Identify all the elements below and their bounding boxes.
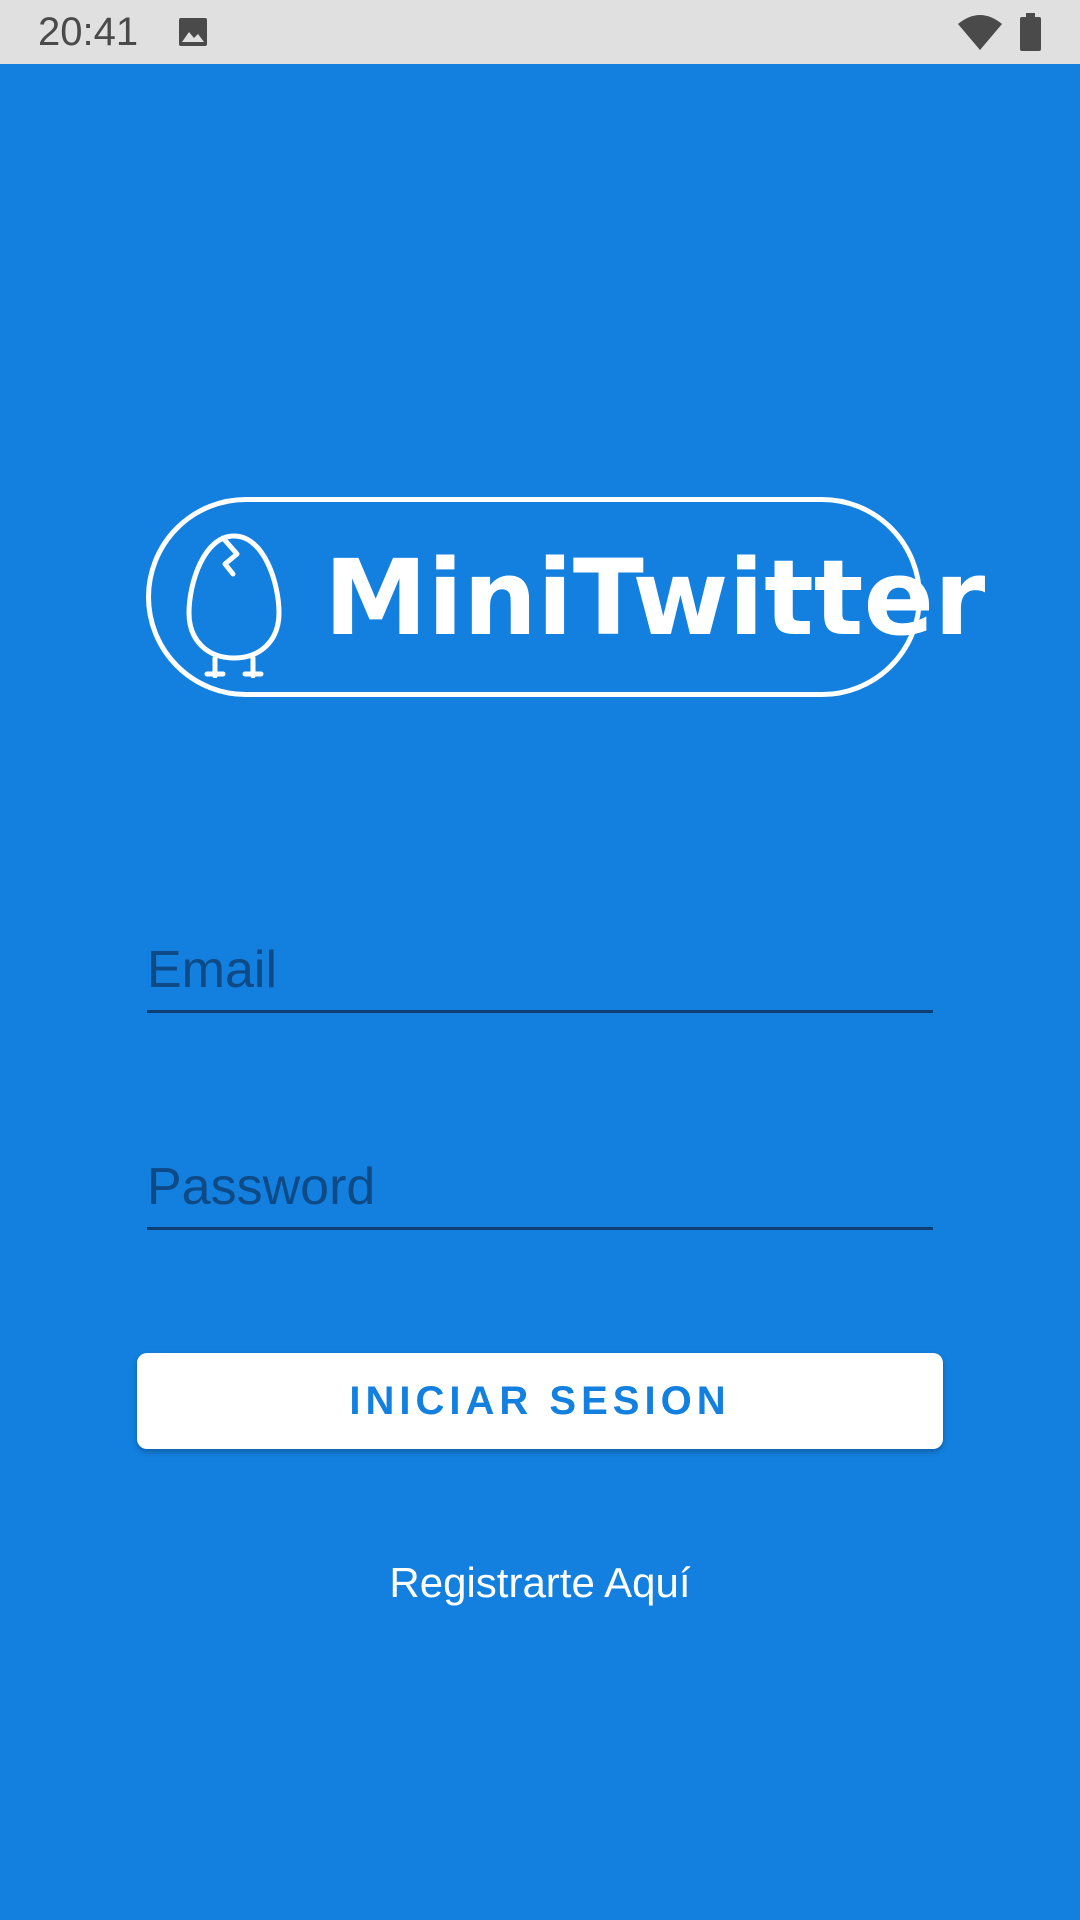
logo-text: MiniTwitter: [324, 537, 986, 659]
status-time: 20:41: [38, 10, 139, 54]
login-screen: 20:41 MiniTwitter Email INICIAR SESION R…: [0, 0, 1080, 1920]
register-link[interactable]: Registrarte Aquí: [0, 1558, 1080, 1608]
egg-icon: [179, 528, 289, 679]
wifi-icon: [958, 14, 1002, 50]
login-button[interactable]: INICIAR SESION: [137, 1353, 943, 1449]
password-field[interactable]: [147, 1147, 933, 1227]
app-logo: MiniTwitter: [146, 497, 985, 697]
image-icon: [178, 17, 208, 47]
password-field-container: [147, 1147, 933, 1230]
email-field-container: [147, 930, 933, 1013]
battery-icon: [1020, 13, 1041, 51]
email-field[interactable]: [147, 930, 933, 1010]
status-bar: 20:41: [0, 0, 1080, 64]
